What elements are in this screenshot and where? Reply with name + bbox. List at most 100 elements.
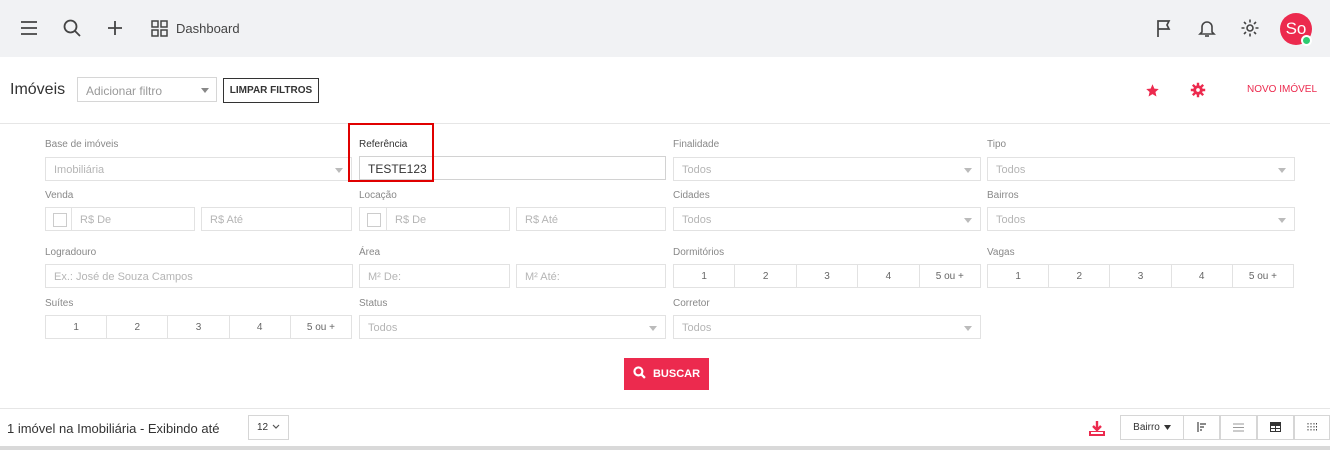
- grid-icon[interactable]: [148, 17, 170, 39]
- suites-label: Suítes: [45, 298, 74, 309]
- dormitorios-selector[interactable]: 1 2 3 4 5 ou +: [673, 264, 981, 288]
- area-to-placeholder: M² Até:: [525, 271, 560, 283]
- corretor-select[interactable]: Todos: [673, 315, 981, 339]
- logradouro-input[interactable]: Ex.: José de Souza Campos: [45, 264, 353, 288]
- vagas-label: Vagas: [987, 247, 1015, 258]
- finalidade-value: Todos: [682, 164, 712, 176]
- logradouro-label: Logradouro: [45, 247, 97, 258]
- caret-down-icon: [1163, 422, 1171, 433]
- chevron-down-icon: [964, 326, 972, 331]
- top-navbar: Dashboard So: [0, 0, 1330, 57]
- settings-icon[interactable]: [1187, 79, 1209, 101]
- search-button[interactable]: BUSCAR: [624, 358, 709, 390]
- tipo-value: Todos: [996, 164, 1026, 176]
- chevron-down-icon: [335, 168, 343, 173]
- search-button-label: BUSCAR: [652, 368, 701, 380]
- menu-icon[interactable]: [18, 17, 40, 39]
- referencia-highlight: [348, 123, 434, 182]
- result-count-text: 1 imóvel na Imobiliária - Exibindo até: [7, 421, 220, 436]
- bairros-value: Todos: [996, 214, 1026, 226]
- list-view-button[interactable]: [1220, 415, 1257, 440]
- locacao-from-input[interactable]: R$ De: [386, 207, 510, 231]
- page-header: Imóveis Adicionar filtro LIMPAR FILTROS …: [0, 57, 1330, 124]
- sort-select[interactable]: Bairro: [1120, 415, 1184, 440]
- sort-direction-button[interactable]: [1183, 415, 1220, 440]
- locacao-checkbox[interactable]: [367, 213, 381, 227]
- sort-ascending-icon: [1196, 419, 1207, 437]
- cidades-label: Cidades: [673, 190, 710, 201]
- area-from-input[interactable]: M² De:: [359, 264, 510, 288]
- new-property-link[interactable]: NOVO IMÓVEL: [1247, 84, 1317, 95]
- bairros-label: Bairros: [987, 190, 1019, 201]
- locacao-label: Locação: [359, 190, 397, 201]
- grid-dots-icon: [1307, 419, 1317, 437]
- chevron-down-icon: [964, 218, 972, 223]
- grid-view-button[interactable]: [1294, 415, 1330, 440]
- dormitorios-option[interactable]: 5 ou +: [920, 265, 980, 287]
- bottom-divider: [0, 446, 1330, 450]
- dashboard-link[interactable]: Dashboard: [176, 21, 240, 36]
- venda-checkbox-box[interactable]: [45, 207, 72, 231]
- gear-icon[interactable]: [1239, 17, 1261, 39]
- cidades-select[interactable]: Todos: [673, 207, 981, 231]
- area-label: Área: [359, 247, 381, 258]
- chevron-down-icon: [1278, 218, 1286, 223]
- venda-label: Venda: [45, 190, 74, 201]
- vagas-option[interactable]: 1: [988, 265, 1050, 287]
- search-icon[interactable]: [61, 17, 83, 39]
- results-toolbar: 1 imóvel na Imobiliária - Exibindo até 1…: [0, 408, 1330, 446]
- cidades-value: Todos: [682, 214, 712, 226]
- suites-option[interactable]: 2: [107, 316, 169, 338]
- add-filter-placeholder: Adicionar filtro: [86, 84, 163, 98]
- vagas-option[interactable]: 4: [1172, 265, 1233, 287]
- per-page-select[interactable]: 12: [248, 415, 289, 440]
- venda-from-input[interactable]: R$ De: [71, 207, 195, 231]
- status-label: Status: [359, 298, 388, 309]
- area-to-input[interactable]: M² Até:: [516, 264, 666, 288]
- star-icon[interactable]: [1141, 79, 1163, 101]
- venda-to-placeholder: R$ Até: [210, 214, 244, 226]
- vagas-option[interactable]: 5 ou +: [1233, 265, 1293, 287]
- per-page-value: 12: [256, 422, 269, 433]
- status-value: Todos: [368, 322, 398, 334]
- tipo-select[interactable]: Todos: [987, 157, 1295, 181]
- online-status-dot: [1301, 35, 1312, 46]
- suites-selector[interactable]: 1 2 3 4 5 ou +: [45, 315, 352, 339]
- bell-icon[interactable]: [1196, 17, 1218, 39]
- finalidade-label: Finalidade: [673, 139, 720, 150]
- clear-filters-button[interactable]: LIMPAR FILTROS: [223, 78, 319, 103]
- list-icon: [1233, 419, 1244, 437]
- venda-to-input[interactable]: R$ Até: [201, 207, 352, 231]
- area-from-placeholder: M² De:: [368, 271, 401, 283]
- suites-option[interactable]: 5 ou +: [291, 316, 351, 338]
- page-title: Imóveis: [10, 81, 66, 98]
- finalidade-select[interactable]: Todos: [673, 157, 981, 181]
- download-icon[interactable]: [1086, 418, 1108, 440]
- suites-option[interactable]: 4: [230, 316, 291, 338]
- base-select[interactable]: Imobiliária: [45, 157, 352, 181]
- status-select[interactable]: Todos: [359, 315, 666, 339]
- logradouro-placeholder: Ex.: José de Souza Campos: [54, 271, 193, 283]
- dormitorios-option[interactable]: 4: [858, 265, 920, 287]
- add-filter-select[interactable]: Adicionar filtro: [77, 77, 217, 102]
- venda-checkbox[interactable]: [53, 213, 67, 227]
- dormitorios-option[interactable]: 3: [797, 265, 859, 287]
- locacao-checkbox-box[interactable]: [359, 207, 387, 231]
- search-icon: [633, 366, 646, 382]
- base-value: Imobiliária: [54, 164, 105, 176]
- flag-icon[interactable]: [1153, 17, 1175, 39]
- vagas-option[interactable]: 2: [1049, 265, 1111, 287]
- dormitorios-option[interactable]: 1: [674, 265, 736, 287]
- locacao-to-input[interactable]: R$ Até: [516, 207, 666, 231]
- vagas-option[interactable]: 3: [1110, 265, 1172, 287]
- suites-option[interactable]: 1: [46, 316, 108, 338]
- chevron-down-icon: [649, 326, 657, 331]
- locacao-to-placeholder: R$ Até: [525, 214, 559, 226]
- vagas-selector[interactable]: 1 2 3 4 5 ou +: [987, 264, 1294, 288]
- plus-icon[interactable]: [104, 17, 126, 39]
- table-view-button[interactable]: [1257, 415, 1294, 440]
- suites-option[interactable]: 3: [168, 316, 230, 338]
- bairros-select[interactable]: Todos: [987, 207, 1295, 231]
- dormitorios-option[interactable]: 2: [735, 265, 797, 287]
- corretor-value: Todos: [682, 322, 712, 334]
